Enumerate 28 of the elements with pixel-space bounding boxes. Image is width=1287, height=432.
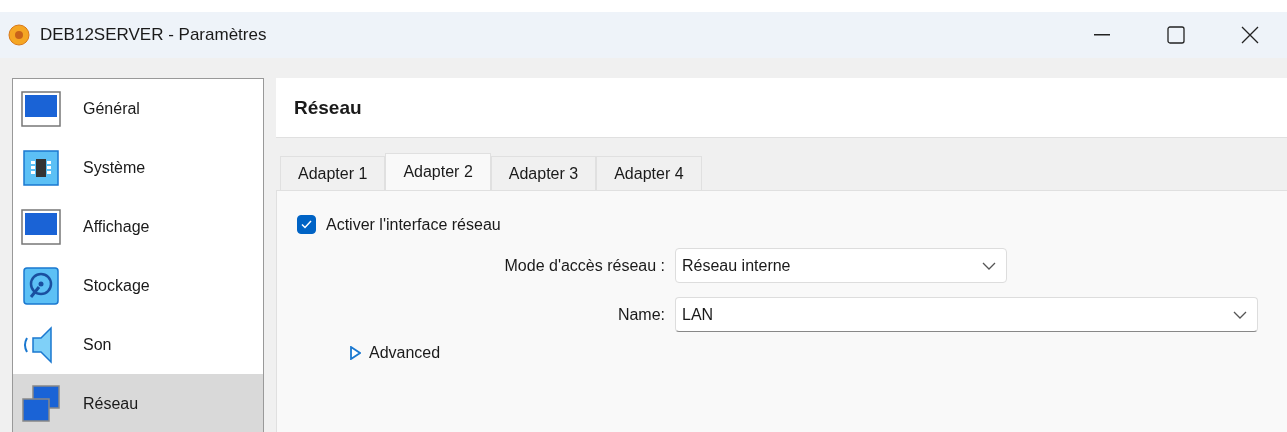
sidebar-item[interactable]: Général — [13, 79, 263, 138]
field-label: Name: — [616, 305, 666, 324]
page-title: Réseau — [294, 96, 362, 119]
gear-icon — [8, 24, 30, 46]
sidebar-item[interactable]: Stockage — [13, 256, 263, 315]
chevron-down-icon — [1233, 310, 1247, 319]
tab[interactable]: Adapter 1 — [280, 156, 386, 190]
dropdown-field[interactable]: LAN — [675, 297, 1258, 332]
advanced-toggle[interactable]: Advanced — [349, 344, 441, 362]
sidebar-item[interactable]: Affichage — [13, 197, 263, 256]
monitor-icon — [21, 90, 61, 127]
sidebar-item[interactable]: Son — [13, 315, 263, 374]
network-icon — [21, 384, 61, 423]
tab[interactable]: Adapter 4 — [596, 156, 702, 190]
window-title: DEB12SERVER - Paramètres — [40, 25, 267, 45]
chevron-down-icon — [982, 261, 996, 270]
close-icon — [1241, 26, 1259, 44]
dropdown-field[interactable]: Réseau interne — [675, 248, 1007, 283]
tab[interactable]: Adapter 2 — [385, 153, 491, 190]
enable-checkbox[interactable]: Activer l'interface réseau — [297, 215, 501, 234]
maximize-icon — [1167, 26, 1185, 44]
field-label: Mode d'accès réseau : — [503, 256, 666, 275]
sidebar-item[interactable]: Système — [13, 138, 263, 197]
display-icon — [21, 208, 61, 245]
tab[interactable]: Adapter 3 — [490, 156, 597, 190]
chip-icon — [23, 149, 59, 186]
minimize-icon — [1094, 34, 1110, 36]
sidebar-item[interactable]: Réseau — [13, 374, 263, 432]
